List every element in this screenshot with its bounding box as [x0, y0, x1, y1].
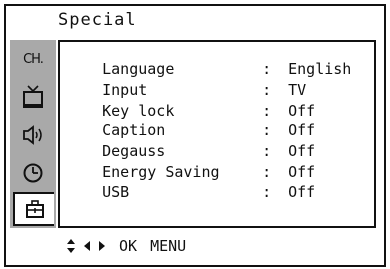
- tab-time[interactable]: [13, 158, 53, 188]
- tab-special[interactable]: [13, 192, 54, 226]
- menu-title: Special: [58, 10, 137, 30]
- tab-channel[interactable]: CH.: [13, 44, 53, 74]
- clock-icon: [23, 163, 43, 183]
- menu-item-value: Off: [288, 183, 316, 201]
- tab-picture[interactable]: [13, 82, 53, 112]
- ch-icon: CH.: [23, 51, 44, 67]
- footer-help: OK MENU: [66, 237, 186, 255]
- sidebar: CH.: [10, 40, 56, 228]
- right-arrow-icon: [99, 241, 105, 251]
- up-down-arrow-icon: [67, 239, 75, 253]
- left-arrow-icon: [84, 241, 90, 251]
- menu-item-usb[interactable]: USB: Off: [66, 167, 315, 218]
- tab-sound[interactable]: [13, 120, 53, 150]
- speaker-icon: [23, 125, 42, 145]
- tv-icon: [23, 85, 43, 108]
- separator: :: [262, 183, 272, 201]
- ok-label: OK: [119, 237, 138, 255]
- toolbox-icon: [25, 200, 44, 218]
- menu-label: MENU: [150, 237, 187, 255]
- menu-panel: Language: English Input: TV Key lock: Off C…: [58, 40, 376, 228]
- menu-item-label: USB: [102, 183, 130, 201]
